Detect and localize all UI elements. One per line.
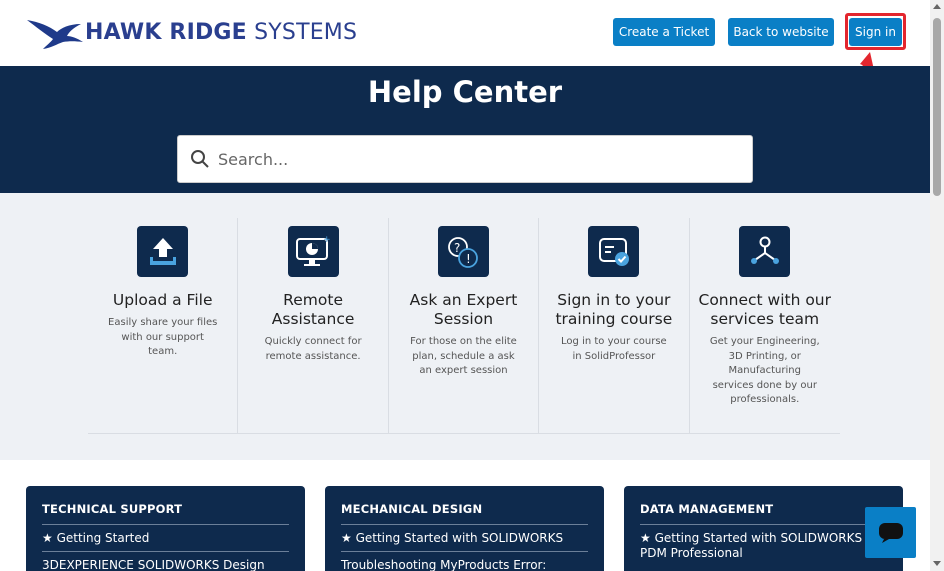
scrollbar-thumb[interactable] [933, 18, 941, 196]
category-technical-support: TECHNICAL SUPPORT ★ Getting Started 3DEX… [26, 486, 305, 571]
category-link[interactable]: ★ Getting Started with SOLIDWORKS [341, 525, 588, 552]
quick-link-title: Remote Assistance [271, 291, 355, 328]
chat-widget-button[interactable] [865, 507, 916, 558]
category-link[interactable]: Troubleshooting MyProducts Error: Produc… [341, 552, 588, 571]
category-data-management: DATA MANAGEMENT ★ Getting Started with S… [624, 486, 903, 571]
category-title: MECHANICAL DESIGN [341, 502, 588, 525]
quick-link-upload[interactable]: Upload a File Easily share your files wi… [88, 218, 239, 433]
question-icon: ? ! [437, 226, 489, 277]
category-link[interactable]: ★ Getting Started with SOLIDWORKS PDM Pr… [640, 525, 887, 566]
page-scrollbar[interactable] [930, 0, 944, 571]
search-icon [191, 150, 209, 168]
upload-icon [137, 226, 189, 277]
remote-screen-icon: + [287, 226, 339, 277]
create-ticket-button[interactable]: Create a Ticket [613, 18, 715, 46]
scroll-up-icon[interactable] [933, 4, 941, 9]
network-icon [739, 226, 791, 277]
quick-link-remote[interactable]: + Remote Assistance Quickly connect for … [238, 218, 389, 433]
hawk-logo-icon [27, 20, 83, 49]
quick-link-title: Sign in to your training course [555, 291, 673, 328]
site-header: HAWK RIDGE SYSTEMS Create a Ticket Back … [0, 0, 930, 66]
quick-link-title: Upload a File [112, 291, 213, 309]
search-box[interactable] [177, 135, 753, 183]
category-title: TECHNICAL SUPPORT [42, 502, 289, 525]
search-input[interactable] [218, 149, 718, 169]
quick-link-services[interactable]: Connect with our services team Get your … [690, 218, 840, 433]
quick-link-expert[interactable]: ? ! Ask an Expert Session For those on t… [389, 218, 540, 433]
category-link[interactable]: ★ Getting Started [42, 525, 289, 552]
chat-icon [878, 522, 903, 543]
quick-link-title: Ask an Expert Session [409, 291, 518, 328]
svg-text:?: ? [454, 241, 460, 255]
quick-link-title: Connect with our services team [698, 291, 832, 328]
quick-link-desc: Quickly connect for remote assistance. [264, 336, 362, 362]
page-title: Help Center [367, 75, 563, 109]
quick-link-desc: Get your Engineering, 3D Printing, or Ma… [709, 336, 820, 405]
training-icon [588, 226, 640, 277]
hero-banner: Help Center [0, 66, 930, 193]
logo-wordmark: HAWK RIDGE SYSTEMS [85, 19, 358, 45]
back-to-website-button[interactable]: Back to website [728, 18, 834, 46]
quick-link-desc: Log in to your course in SolidProfessor [561, 336, 667, 362]
quick-link-desc: Easily share your files with our support… [108, 317, 218, 357]
category-mechanical-design: MECHANICAL DESIGN ★ Getting Started with… [325, 486, 604, 571]
quick-links: Upload a File Easily share your files wi… [88, 218, 840, 434]
sign-in-highlight [845, 13, 906, 50]
svg-text:+: + [323, 235, 331, 245]
scroll-down-icon[interactable] [933, 561, 941, 566]
quick-link-desc: For those on the elite plan, schedule a … [410, 336, 517, 376]
category-link[interactable]: 3DEXPERIENCE SOLIDWORKS Design 2025 [42, 552, 289, 571]
category-title: DATA MANAGEMENT [640, 502, 887, 525]
hawk-ridge-logo[interactable]: HAWK RIDGE SYSTEMS [25, 14, 357, 50]
quick-link-training[interactable]: Sign in to your training course Log in t… [539, 218, 690, 433]
svg-text:!: ! [466, 252, 471, 266]
